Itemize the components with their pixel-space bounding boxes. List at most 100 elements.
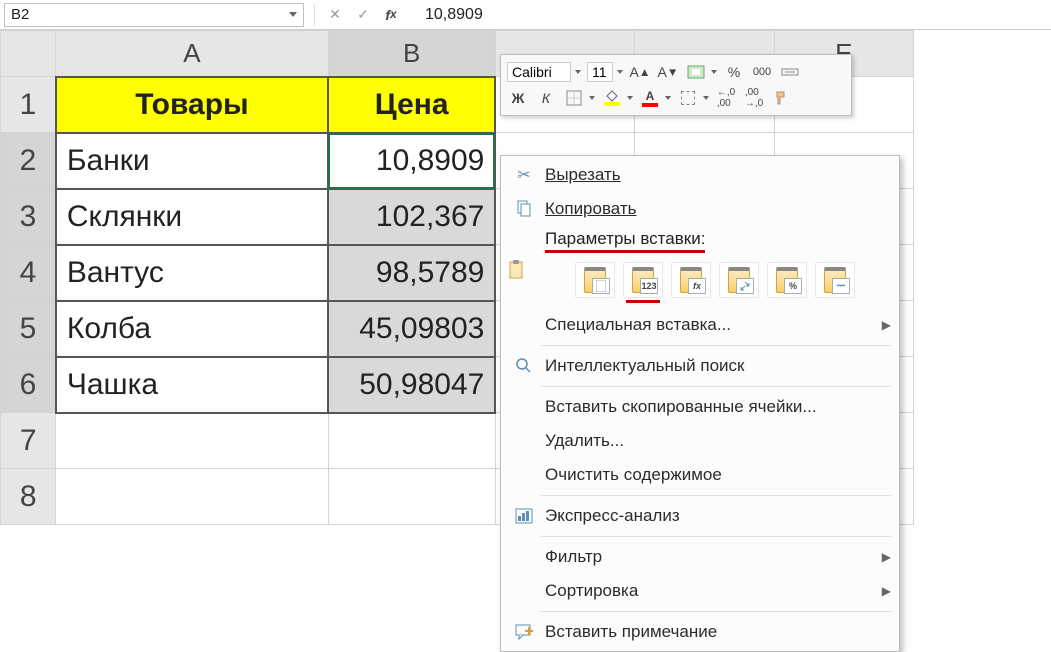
menu-filter-label: Фильтр	[539, 547, 881, 567]
paste-formatting-button[interactable]: %	[767, 262, 807, 298]
menu-paste-special[interactable]: Специальная вставка... ▶	[501, 308, 899, 342]
menu-copy-label: Копировать	[539, 199, 891, 219]
formula-bar: B2 ✕ ✓ fx 10,8909	[0, 0, 1051, 30]
select-all-corner[interactable]	[1, 31, 56, 77]
menu-insert-copied-label: Вставить скопированные ячейки...	[539, 397, 891, 417]
font-size-input[interactable]	[587, 62, 613, 82]
name-box[interactable]: B2	[4, 3, 304, 27]
paste-pct-label: %	[784, 278, 802, 294]
row-header-2[interactable]: 2	[1, 133, 56, 189]
cancel-formula-icon[interactable]: ✕	[321, 3, 349, 27]
menu-quick-analysis[interactable]: Экспресс-анализ	[501, 499, 899, 533]
borders-icon[interactable]	[563, 87, 585, 109]
cell-A3[interactable]: Склянки	[56, 189, 328, 245]
cell-A4[interactable]: Вантус	[56, 245, 328, 301]
name-box-value: B2	[11, 6, 29, 23]
separator	[541, 536, 891, 537]
chevron-down-icon[interactable]	[627, 96, 633, 100]
mini-toolbar: A▲ A▼ % 000 Ж К A ←,0,00 ,00→,0	[500, 54, 852, 116]
col-header-A[interactable]: A	[56, 31, 328, 77]
cell-B1[interactable]: Цена	[328, 77, 495, 133]
cell-B3[interactable]: 102,367	[328, 189, 495, 245]
cell-B7[interactable]	[328, 413, 495, 469]
paste-transpose-icon	[736, 278, 754, 294]
chevron-right-icon: ▶	[882, 550, 891, 564]
chevron-right-icon: ▶	[882, 584, 891, 598]
separator	[314, 4, 315, 26]
paste-link-icon	[832, 278, 850, 294]
chevron-down-icon[interactable]	[617, 70, 623, 74]
menu-delete-label: Удалить...	[539, 431, 891, 451]
col-header-B[interactable]: B	[328, 31, 495, 77]
comma-style-icon[interactable]: 000	[751, 61, 773, 83]
row-header-1[interactable]: 1	[1, 77, 56, 133]
chevron-down-icon[interactable]	[665, 96, 671, 100]
menu-clear-contents[interactable]: Очистить содержимое	[501, 458, 899, 492]
cell-B6[interactable]: 50,98047	[328, 357, 495, 413]
format-painter-icon[interactable]	[771, 87, 793, 109]
menu-sort-label: Сортировка	[539, 581, 881, 601]
cell-A1[interactable]: Товары	[56, 77, 328, 133]
confirm-formula-icon[interactable]: ✓	[349, 3, 377, 27]
paste-transpose-button[interactable]	[719, 262, 759, 298]
cell-B2[interactable]: 10,8909	[328, 133, 495, 189]
chevron-down-icon[interactable]	[711, 70, 717, 74]
menu-delete[interactable]: Удалить...	[501, 424, 899, 458]
formula-value[interactable]: 10,8909	[405, 6, 1051, 24]
paste-123-label: 123	[640, 278, 658, 294]
cell-A5[interactable]: Колба	[56, 301, 328, 357]
font-color-icon[interactable]: A	[639, 87, 661, 109]
increase-font-icon[interactable]: A▲	[629, 61, 651, 83]
menu-cut[interactable]: ✂ Вырезать	[501, 158, 899, 192]
menu-copy[interactable]: Копировать	[501, 192, 899, 226]
cell-A6[interactable]: Чашка	[56, 357, 328, 413]
font-name-input[interactable]	[507, 62, 571, 82]
bold-button[interactable]: Ж	[507, 87, 529, 109]
menu-filter[interactable]: Фильтр ▶	[501, 540, 899, 574]
fx-icon[interactable]: fx	[377, 3, 405, 27]
menu-insert-comment[interactable]: Вставить примечание	[501, 615, 899, 649]
menu-smart-lookup[interactable]: Интеллектуальный поиск	[501, 349, 899, 383]
separator	[541, 386, 891, 387]
paste-options-row: 123 fx %	[501, 256, 899, 308]
clipboard-icon	[501, 260, 531, 280]
cell-B8[interactable]	[328, 469, 495, 525]
row-header-4[interactable]: 4	[1, 245, 56, 301]
italic-button[interactable]: К	[535, 87, 557, 109]
paste-default-button[interactable]	[575, 262, 615, 298]
paste-options-label: Параметры вставки:	[545, 229, 705, 253]
menu-quick-analysis-label: Экспресс-анализ	[539, 506, 891, 526]
decrease-font-icon[interactable]: A▼	[657, 61, 679, 83]
percent-icon[interactable]: %	[723, 61, 745, 83]
row-header-6[interactable]: 6	[1, 357, 56, 413]
cell-A7[interactable]	[56, 413, 328, 469]
paste-fx-label: fx	[688, 278, 706, 294]
row-header-7[interactable]: 7	[1, 413, 56, 469]
chevron-down-icon[interactable]	[703, 96, 709, 100]
row-header-8[interactable]: 8	[1, 469, 56, 525]
row-header-3[interactable]: 3	[1, 189, 56, 245]
menu-paste-options-header: Параметры вставки:	[501, 226, 899, 256]
merge-center-icon[interactable]	[779, 61, 801, 83]
row-header-5[interactable]: 5	[1, 301, 56, 357]
accounting-format-icon[interactable]	[685, 61, 707, 83]
cell-B4[interactable]: 98,5789	[328, 245, 495, 301]
separator	[541, 611, 891, 612]
chevron-down-icon[interactable]	[589, 96, 595, 100]
cell-B5[interactable]: 45,09803	[328, 301, 495, 357]
paste-values-button[interactable]: 123	[623, 262, 663, 298]
menu-sort[interactable]: Сортировка ▶	[501, 574, 899, 608]
increase-decimal-icon[interactable]: ←,0,00	[715, 87, 737, 109]
fill-color-icon[interactable]	[601, 87, 623, 109]
decrease-decimal-icon[interactable]: ,00→,0	[743, 87, 765, 109]
chevron-down-icon[interactable]	[289, 12, 297, 17]
paste-link-button[interactable]	[815, 262, 855, 298]
menu-insert-copied[interactable]: Вставить скопированные ячейки...	[501, 390, 899, 424]
cell-A8[interactable]	[56, 469, 328, 525]
comment-icon	[509, 624, 539, 640]
paste-page-icon	[592, 278, 610, 294]
border-style-icon[interactable]	[677, 87, 699, 109]
chevron-down-icon[interactable]	[575, 70, 581, 74]
paste-formulas-button[interactable]: fx	[671, 262, 711, 298]
cell-A2[interactable]: Банки	[56, 133, 328, 189]
